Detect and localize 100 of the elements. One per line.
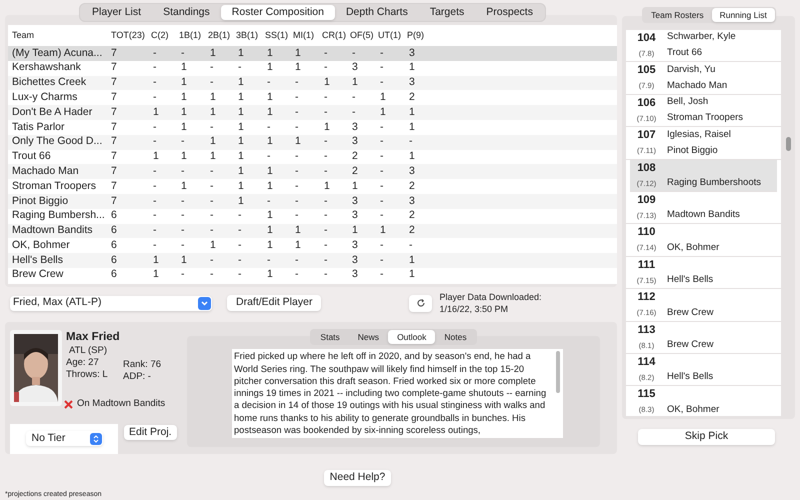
player-dropdown[interactable]: Fried, Max (ATL-P) (10, 296, 212, 311)
column-header[interactable]: Team (8, 28, 107, 42)
table-cell-text: - (266, 194, 272, 208)
table-cell-text: (My Team) Acuna... (11, 46, 104, 61)
column-header[interactable]: CR(1) (318, 28, 346, 42)
table-cell-text: 3 (351, 267, 359, 282)
tab[interactable]: Outlook (388, 330, 436, 344)
tab[interactable]: Team Rosters (643, 8, 712, 22)
edit-projections-button[interactable]: Edit Proj. (124, 424, 177, 440)
column-header[interactable]: 2B(1) (204, 28, 232, 42)
table-cell-text: - (237, 223, 242, 238)
column-header[interactable]: UT(1) (374, 28, 403, 42)
column-header[interactable]: P(9) (403, 28, 432, 42)
table-cell-text: 1 (237, 194, 245, 208)
tab[interactable]: Roster Composition (220, 5, 335, 20)
table-cell-text: - (323, 238, 328, 253)
table-cell-text: - (209, 75, 214, 90)
table-cell-text: - (379, 194, 384, 208)
need-help-button[interactable]: Need Help? (324, 470, 392, 486)
table-cell-text: 7 (110, 194, 118, 208)
player-team: ATL (SP) (69, 344, 108, 358)
table-cell-text: 6 (110, 252, 118, 268)
table-cell-text: 1 (180, 178, 188, 194)
tier-dropdown[interactable]: No Tier (26, 431, 102, 446)
tab[interactable]: Depth Charts (334, 5, 419, 20)
table-cell-text: - (408, 134, 414, 150)
table-cell-text: - (152, 238, 158, 253)
table-cell-text: - (294, 164, 300, 179)
pick-number: 109 (637, 192, 656, 208)
table-cell-text: 1 (237, 104, 245, 120)
column-header[interactable]: TOT(23) (107, 28, 147, 42)
table-cell-text: Madtown Bandits (11, 223, 94, 238)
tab[interactable]: Stats (311, 330, 349, 344)
pick-number: 108 (637, 160, 656, 176)
table-cell-text: 6 (110, 208, 118, 224)
player-age: Age: 27 (66, 357, 100, 370)
table-cell-text: - (237, 267, 242, 282)
scrollbar-thumb[interactable] (556, 351, 560, 394)
table-cell-text: - (152, 134, 158, 150)
table-cell-text: 1 (351, 178, 359, 194)
tab[interactable]: Notes (435, 330, 476, 344)
x-mark-icon (64, 400, 73, 409)
table-cell-text: 1 (379, 90, 387, 105)
tab[interactable]: Running List (712, 8, 775, 22)
table-cell-text: - (323, 104, 328, 120)
draft-edit-player-button[interactable]: Draft/Edit Player (227, 295, 322, 312)
skip-pick-button[interactable]: Skip Pick (638, 429, 775, 445)
table-cell-text: - (323, 149, 328, 164)
player-adp: ADP: - (123, 371, 152, 384)
table-cell-text: - (180, 46, 186, 61)
table-cell-text: Lux-y Charms (11, 90, 78, 105)
table-cell-text: 1 (266, 238, 274, 253)
download-label: Player Data Downloaded: (439, 291, 542, 304)
tab[interactable]: Standings (152, 5, 221, 20)
table-cell-text: 2 (408, 90, 416, 105)
table-cell-text: Only The Good D... (11, 134, 104, 150)
table-cell-text: Machado Man (11, 164, 80, 179)
table-cell-text: 1 (237, 149, 245, 164)
table-cell-text: 1 (180, 75, 188, 90)
table-cell-text: 1 (180, 60, 188, 76)
table-cell-text: - (266, 252, 272, 268)
table-cell-text: 7 (110, 60, 118, 76)
table-cell-text: 1 (294, 238, 302, 253)
table-cell-text: - (294, 75, 300, 90)
table-cell-text: 1 (408, 267, 416, 282)
table-cell-text: - (323, 46, 328, 61)
column-header[interactable]: 3B(1) (232, 28, 261, 42)
table-cell-text: 1 (152, 104, 160, 120)
player-name: Iglesias, Raisel (667, 128, 731, 142)
tab[interactable]: Player List (81, 5, 152, 20)
tab[interactable]: Prospects (475, 5, 544, 20)
table-cell-text: 3 (351, 134, 359, 150)
table-cell-text: 1 (408, 252, 416, 268)
tab[interactable]: Targets (418, 5, 476, 20)
table-cell-text: Stroman Troopers (11, 178, 98, 194)
table-cell-text: 6 (110, 267, 118, 282)
table-cell-text: - (323, 90, 328, 105)
refresh-button[interactable] (409, 294, 432, 312)
table-cell-text: - (294, 178, 300, 194)
table-cell-text: 3 (351, 120, 359, 135)
column-header[interactable]: SS(1) (261, 28, 289, 42)
column-header[interactable]: 1B(1) (175, 28, 204, 42)
column-header[interactable]: MI(1) (289, 28, 318, 42)
table-cell-text: 2 (351, 164, 359, 179)
table-cell-text: - (180, 238, 186, 253)
outlook-text: Fried picked up where he left off in 2020, and by season's end, he had a World Series ring. The southpaw will likely find himself in the top 15-20 pitcher conversation this draft season. Fried worked six or more complete innings 19 times in 2021 -- including two complete-game shutouts -- earning a decision in 14 of those 19 outings with his usual stinginess with walks and home runs thanks to his ability to generate groundballs in bunches. His postseason was bookended by six-inning scoreless outings, (233, 350, 548, 438)
table-cell-text: - (266, 75, 272, 90)
table-cell-text: - (323, 164, 328, 179)
table-cell-text: - (266, 120, 272, 135)
team-name: Raging Bumbershoots (667, 176, 761, 190)
tab[interactable]: News (348, 330, 388, 344)
column-header[interactable]: C(2) (147, 28, 175, 42)
scrollbar-thumb[interactable] (786, 137, 791, 151)
table-cell-text: - (152, 178, 158, 194)
table-cell-text: - (180, 194, 186, 208)
table-cell-text: 1 (266, 90, 274, 105)
table-cell-text: 1 (294, 60, 302, 76)
table-cell-text: 1 (266, 178, 274, 194)
column-header[interactable]: OF(5) (346, 28, 374, 42)
table-cell-text: 1 (351, 223, 359, 238)
